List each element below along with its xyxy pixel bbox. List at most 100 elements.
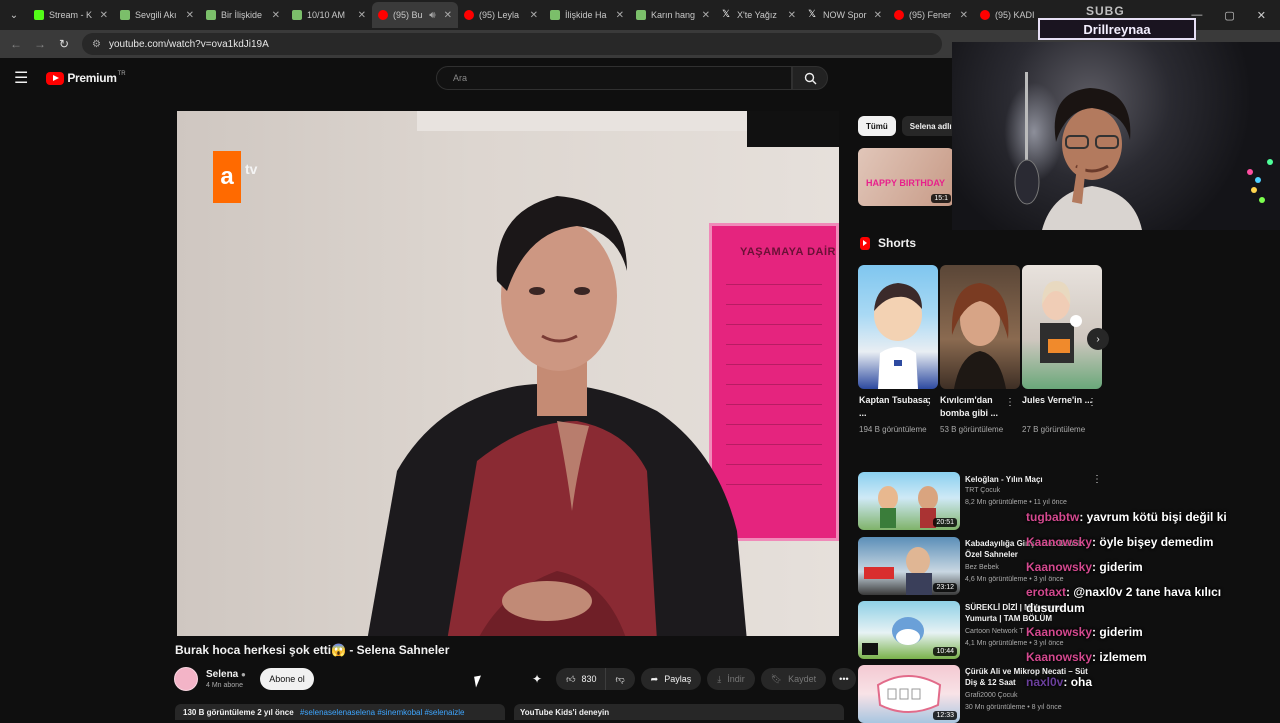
short-title-2[interactable]: Kıvılcım'dan bomba gibi ... — [940, 394, 1012, 420]
chip-all[interactable]: Tümü — [858, 116, 896, 136]
page-favicon-icon — [120, 10, 130, 20]
short-title-3[interactable]: Jules Verne'in ... — [1022, 394, 1094, 407]
share-button[interactable]: ➦ Paylaş — [640, 668, 702, 690]
short-thumbnail-3[interactable] — [1022, 265, 1102, 389]
short-title-1[interactable]: Kaptan Tsubasa; ... — [859, 394, 931, 420]
more-vertical-icon[interactable]: ⋮ — [1005, 397, 1015, 408]
tab-4[interactable]: 10/10 AM ✕ — [286, 2, 372, 28]
tab-7[interactable]: İlişkide Ha ✕ — [544, 2, 630, 28]
url-field[interactable]: ⚙︎ youtube.com/watch?v=ova1kdJi19A — [82, 33, 942, 55]
shorts-icon — [860, 236, 870, 250]
close-tab-icon[interactable]: ✕ — [186, 10, 194, 21]
channel-info[interactable]: Selena ● 4 Mn abone — [174, 667, 246, 691]
more-vertical-icon[interactable]: ⋮ — [1092, 474, 1102, 485]
download-button[interactable]: ⤓ İndir — [707, 668, 755, 690]
menu-icon[interactable]: ☰ — [14, 68, 28, 88]
tab-10[interactable]: 𝕏 NOW Spor ✕ — [802, 2, 888, 28]
video-person — [367, 196, 747, 636]
more-vertical-icon[interactable]: ⋮ — [1087, 397, 1097, 408]
close-window-icon[interactable]: ✕ — [1257, 9, 1266, 22]
rec-title-1[interactable]: Keloğlan - Yılın Maçı — [965, 474, 1095, 485]
close-tab-icon[interactable]: ✕ — [358, 10, 366, 21]
search-icon[interactable] — [792, 66, 828, 90]
site-info-icon[interactable]: ⚙︎ — [92, 39, 101, 50]
x-favicon-icon: 𝕏 — [722, 9, 731, 20]
youtube-kids-promo[interactable]: YouTube Kids'i deneyin — [514, 704, 844, 720]
short-thumbnail-1[interactable] — [858, 265, 938, 389]
bookmark-icon: 🔖︎ — [770, 673, 783, 684]
sub-goal-label: SUBG — [1086, 4, 1125, 18]
close-tab-icon[interactable]: ✕ — [960, 10, 968, 21]
subscriber-count: 4 Mn abone — [206, 682, 243, 689]
tab-2[interactable]: Sevgili Akı ✕ — [114, 2, 200, 28]
tab-11[interactable]: (95) Fener ✕ — [888, 2, 974, 28]
rec-channel-3[interactable]: Cartoon Network T — [965, 628, 1024, 635]
video-player[interactable]: YAŞAMAYA DAİR a tv — [177, 111, 839, 636]
close-tab-icon[interactable]: ✕ — [272, 10, 280, 21]
share-icon: ➦ — [650, 673, 659, 684]
tab-3[interactable]: Bir İlişkide ✕ — [200, 2, 286, 28]
verified-icon: ● — [241, 670, 246, 679]
tab-search-icon[interactable]: ⌄ — [0, 0, 28, 30]
rec-thumbnail-4[interactable]: 12:33 — [858, 665, 960, 723]
ai-sparkle-icon[interactable]: ✦ — [532, 672, 542, 686]
tab-1[interactable]: Stream - K ✕ — [28, 2, 114, 28]
forward-icon[interactable]: → — [28, 37, 52, 51]
page-favicon-icon — [550, 10, 560, 20]
rec-channel-2[interactable]: Bez Bebek — [965, 564, 999, 571]
hashtags[interactable]: #selenaselenaselena #sinemkobal #selenai… — [300, 708, 465, 717]
rec-channel-4[interactable]: Grafi2000 Çocuk — [965, 692, 1018, 699]
channel-avatar[interactable] — [174, 667, 198, 691]
channel-name[interactable]: Selena — [206, 669, 238, 680]
url-text: youtube.com/watch?v=ova1kdJi19A — [108, 38, 269, 50]
close-tab-icon[interactable]: ✕ — [616, 10, 624, 21]
youtube-favicon-icon — [464, 10, 474, 20]
description-box[interactable]: 130 B görüntüleme 2 yıl önce #selenasele… — [175, 704, 505, 720]
atv-logo: a — [213, 151, 241, 203]
more-vertical-icon[interactable]: ⋮ — [923, 397, 933, 408]
kick-favicon-icon — [34, 10, 44, 20]
webcam-overlay — [952, 42, 1280, 230]
reload-icon[interactable]: ↻ — [52, 37, 76, 51]
happy-birthday-text: HAPPY BIRTHDAY — [866, 178, 946, 188]
like-button[interactable]: 👍︎ 830 — [556, 668, 605, 690]
speaker-icon[interactable]: 🔊︎ — [429, 10, 435, 21]
thumbs-down-icon: 👎︎ — [615, 673, 625, 684]
video-title: Burak hoca herkesi şok etti😱 - Selena Sa… — [175, 643, 450, 657]
chat-overlay: tugbabtw: yavrum kötü bişi değil ki Kaan… — [1026, 505, 1280, 695]
shorts-next-button[interactable]: › — [1087, 328, 1109, 350]
download-icon: ⤓ — [717, 673, 722, 684]
rec-channel-1[interactable]: TRT Çocuk — [965, 487, 1000, 494]
shorts-header: Shorts — [860, 236, 916, 250]
recommended-thumbnail-top[interactable]: HAPPY BIRTHDAY 15:1 — [858, 148, 954, 206]
tab-6[interactable]: (95) Leyla ✕ — [458, 2, 544, 28]
rec-thumbnail-2[interactable]: 23:12 — [858, 537, 960, 595]
back-icon[interactable]: ← — [4, 37, 28, 51]
short-thumbnail-2[interactable] — [940, 265, 1020, 389]
chat-message: Kaanowsky: giderim — [1026, 560, 1143, 574]
short-views-2: 53 B görüntüleme — [940, 425, 1004, 434]
rec-thumbnail-1[interactable]: 20:51 — [858, 472, 960, 530]
chat-message: Kaanowsky: izlemem — [1026, 650, 1147, 664]
more-actions-button[interactable]: ••• — [832, 668, 856, 690]
close-tab-icon[interactable]: ✕ — [444, 10, 452, 21]
subscribe-button[interactable]: Abone ol — [260, 668, 314, 690]
close-tab-icon[interactable]: ✕ — [530, 10, 538, 21]
close-tab-icon[interactable]: ✕ — [874, 10, 882, 21]
rec-thumbnail-3[interactable]: 10:44 — [858, 601, 960, 659]
rgb-lights — [1247, 159, 1273, 203]
close-tab-icon[interactable]: ✕ — [788, 10, 796, 21]
more-horizontal-icon: ••• — [839, 674, 849, 684]
filter-chips: Tümü Selena adlı y — [858, 116, 967, 136]
tab-8[interactable]: Karın hang ✕ — [630, 2, 716, 28]
close-tab-icon[interactable]: ✕ — [702, 10, 710, 21]
youtube-premium-logo[interactable]: Premium TR — [46, 71, 126, 85]
dislike-button[interactable]: 👎︎ — [604, 668, 635, 690]
search-input[interactable]: Ara — [436, 66, 792, 90]
tab-5-active[interactable]: (95) Bu 🔊︎ ✕ — [372, 2, 458, 28]
tab-9[interactable]: 𝕏 X'te Yağız ✕ — [716, 2, 802, 28]
save-button[interactable]: 🔖︎ Kaydet — [760, 668, 827, 690]
youtube-favicon-icon — [980, 10, 990, 20]
maximize-icon[interactable]: ▢ — [1224, 9, 1234, 22]
close-tab-icon[interactable]: ✕ — [100, 10, 108, 21]
